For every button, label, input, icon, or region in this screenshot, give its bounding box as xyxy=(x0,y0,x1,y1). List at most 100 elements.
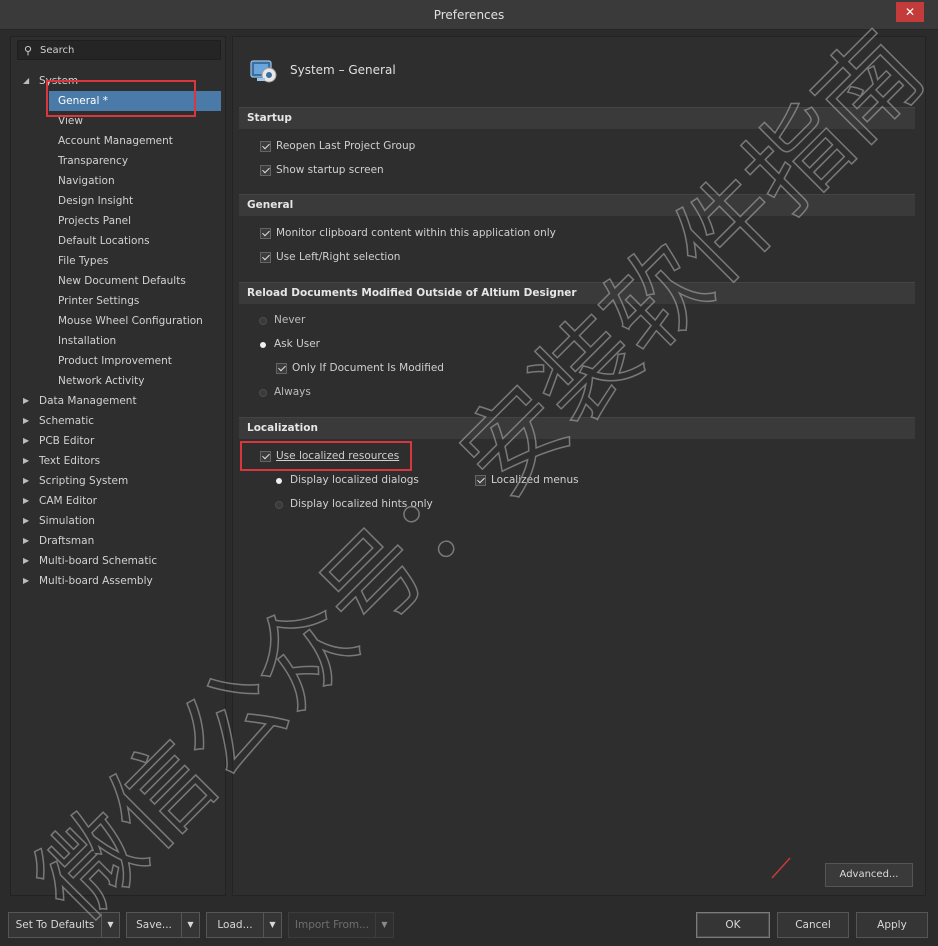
collapsed-arrow-icon[interactable]: ▶ xyxy=(23,451,29,471)
set-to-defaults-button[interactable]: Set To Defaults xyxy=(8,912,102,938)
tree-item-installation[interactable]: Installation xyxy=(11,331,225,351)
tree-item-pcb-editor[interactable]: ▶ PCB Editor xyxy=(11,431,225,451)
display-localized-dialogs-radio[interactable] xyxy=(276,478,282,484)
collapsed-arrow-icon[interactable]: ▶ xyxy=(23,571,29,591)
reload-ask-user-radio[interactable] xyxy=(260,342,266,348)
tree-item-product-improvement[interactable]: Product Improvement xyxy=(11,351,225,371)
import-from-dropdown-icon[interactable]: ▼ xyxy=(376,912,394,938)
tree-item-view[interactable]: View xyxy=(11,111,225,131)
tree-item-draftsman[interactable]: ▶ Draftsman xyxy=(11,531,225,551)
tree-item-multi-board-schematic[interactable]: ▶ Multi-board Schematic xyxy=(11,551,225,571)
category-tree: ◢ System General * View Account Manageme… xyxy=(11,71,225,591)
only-if-modified-checkbox[interactable] xyxy=(276,363,287,374)
section-title: Reload Documents Modified Outside of Alt… xyxy=(247,287,577,299)
tree-item-scripting-system[interactable]: ▶ Scripting System xyxy=(11,471,225,491)
tree-item-text-editors[interactable]: ▶ Text Editors xyxy=(11,451,225,471)
advanced-button[interactable]: Advanced... xyxy=(825,863,913,887)
collapsed-arrow-icon[interactable]: ▶ xyxy=(23,471,29,491)
tree-item-transparency[interactable]: Transparency xyxy=(11,151,225,171)
expanded-arrow-icon[interactable]: ◢ xyxy=(23,71,29,91)
tree-item-simulation[interactable]: ▶ Simulation xyxy=(11,511,225,531)
tree-item-schematic[interactable]: ▶ Schematic xyxy=(11,411,225,431)
option-label: Use Left/Right selection xyxy=(276,251,401,263)
system-settings-icon xyxy=(250,60,277,83)
option-label: Always xyxy=(274,386,311,398)
tree-item-label: File Types xyxy=(58,255,109,267)
tree-item-default-locations[interactable]: Default Locations xyxy=(11,231,225,251)
title-bar: Preferences ✕ xyxy=(0,0,938,30)
monitor-clipboard-checkbox[interactable] xyxy=(260,228,271,239)
tree-item-label: Mouse Wheel Configuration xyxy=(58,315,203,327)
load-dropdown-icon[interactable]: ▼ xyxy=(264,912,282,938)
tree-item-label: Scripting System xyxy=(39,475,129,487)
tree-item-multi-board-assembly[interactable]: ▶ Multi-board Assembly xyxy=(11,571,225,591)
tree-item-network-activity[interactable]: Network Activity xyxy=(11,371,225,391)
tree-item-label: New Document Defaults xyxy=(58,275,186,287)
save-button[interactable]: Save... xyxy=(126,912,182,938)
tree-item-label: Account Management xyxy=(58,135,173,147)
collapsed-arrow-icon[interactable]: ▶ xyxy=(23,391,29,411)
tree-item-cam-editor[interactable]: ▶ CAM Editor xyxy=(11,491,225,511)
window-title: Preferences xyxy=(433,8,505,22)
reload-never-radio[interactable] xyxy=(259,317,267,325)
settings-pane: System – General Startup Reopen Last Pro… xyxy=(232,36,926,896)
collapsed-arrow-icon[interactable]: ▶ xyxy=(23,551,29,571)
search-input[interactable] xyxy=(40,43,216,58)
option-label: Ask User xyxy=(274,338,321,350)
search-box[interactable]: ⚲ xyxy=(17,40,221,60)
collapsed-arrow-icon[interactable]: ▶ xyxy=(23,531,29,551)
close-button[interactable]: ✕ xyxy=(896,2,924,22)
tree-item-label: Default Locations xyxy=(58,235,150,247)
tree-item-label: Installation xyxy=(58,335,117,347)
collapsed-arrow-icon[interactable]: ▶ xyxy=(23,411,29,431)
load-button[interactable]: Load... xyxy=(206,912,264,938)
tree-item-label: Projects Panel xyxy=(58,215,132,227)
reopen-last-project-group-checkbox[interactable] xyxy=(260,141,271,152)
ok-button[interactable]: OK xyxy=(696,912,770,938)
tree-item-general[interactable]: General * xyxy=(49,91,221,111)
reload-always-radio[interactable] xyxy=(259,389,267,397)
import-from-button[interactable]: Import From... xyxy=(288,912,376,938)
tree-item-label: Navigation xyxy=(58,175,115,187)
tree-item-label: Draftsman xyxy=(39,535,95,547)
tree-item-mouse-wheel-configuration[interactable]: Mouse Wheel Configuration xyxy=(11,311,225,331)
section-general: General xyxy=(239,194,915,216)
collapsed-arrow-icon[interactable]: ▶ xyxy=(23,491,29,511)
tree-item-label: Simulation xyxy=(39,515,95,527)
tree-item-account-management[interactable]: Account Management xyxy=(11,131,225,151)
tree-item-label: Multi-board Assembly xyxy=(39,575,153,587)
display-localized-hints-radio[interactable] xyxy=(275,501,283,509)
tree-item-label: Design Insight xyxy=(58,195,134,207)
localized-menus-checkbox[interactable] xyxy=(475,475,486,486)
apply-button[interactable]: Apply xyxy=(856,912,928,938)
show-startup-screen-checkbox[interactable] xyxy=(260,165,271,176)
tree-item-file-types[interactable]: File Types xyxy=(11,251,225,271)
cancel-button[interactable]: Cancel xyxy=(777,912,849,938)
tree-item-new-document-defaults[interactable]: New Document Defaults xyxy=(11,271,225,291)
collapsed-arrow-icon[interactable]: ▶ xyxy=(23,431,29,451)
tree-item-label: Multi-board Schematic xyxy=(39,555,158,567)
option-label: Localized menus xyxy=(491,474,579,486)
tree-item-label: Schematic xyxy=(39,415,95,427)
search-icon: ⚲ xyxy=(24,44,33,57)
set-to-defaults-dropdown-icon[interactable]: ▼ xyxy=(102,912,120,938)
tree-item-projects-panel[interactable]: Projects Panel xyxy=(11,211,225,231)
tree-item-navigation[interactable]: Navigation xyxy=(11,171,225,191)
tree-item-label: PCB Editor xyxy=(39,435,95,447)
option-label: Only If Document Is Modified xyxy=(292,362,444,374)
tree-item-data-management[interactable]: ▶ Data Management xyxy=(11,391,225,411)
tree-item-printer-settings[interactable]: Printer Settings xyxy=(11,291,225,311)
save-split-button: Save... ▼ xyxy=(126,912,200,938)
tree-item-label: Product Improvement xyxy=(58,355,172,367)
save-dropdown-icon[interactable]: ▼ xyxy=(182,912,200,938)
use-localized-resources-checkbox[interactable] xyxy=(260,451,271,462)
tree-item-label: Text Editors xyxy=(39,455,101,467)
collapsed-arrow-icon[interactable]: ▶ xyxy=(23,511,29,531)
left-right-selection-checkbox[interactable] xyxy=(260,252,271,263)
option-label: Display localized dialogs xyxy=(290,474,419,486)
import-from-split-button: Import From... ▼ xyxy=(288,912,394,938)
tree-item-design-insight[interactable]: Design Insight xyxy=(11,191,225,211)
tree-item-system[interactable]: ◢ System xyxy=(11,71,225,91)
section-reload-documents: Reload Documents Modified Outside of Alt… xyxy=(239,282,915,304)
set-to-defaults-split-button: Set To Defaults ▼ xyxy=(8,912,120,938)
